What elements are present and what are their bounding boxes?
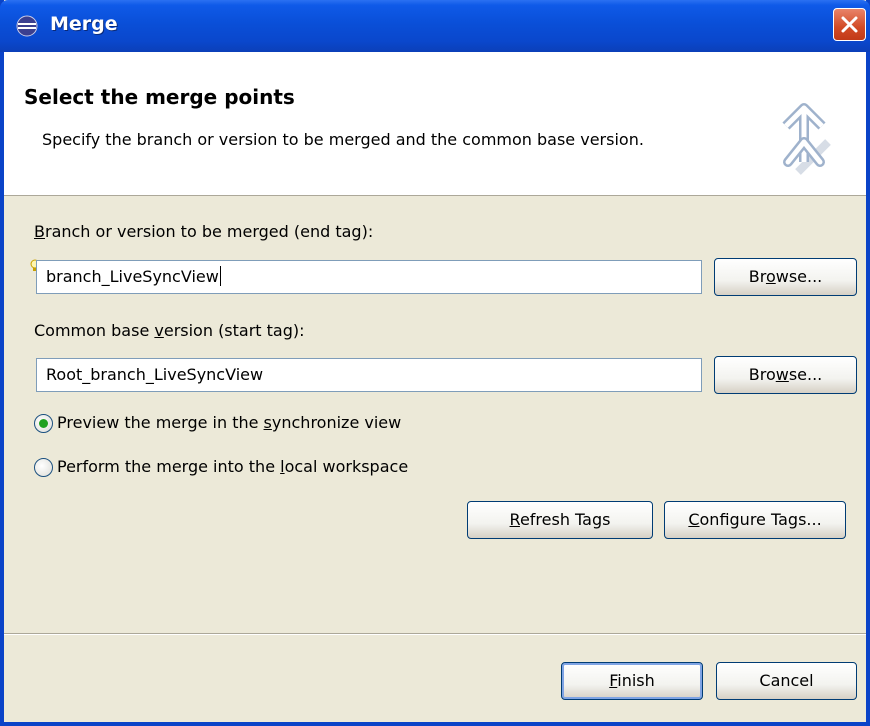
text-caret	[219, 266, 221, 286]
radio-button[interactable]	[34, 458, 53, 477]
title-bar[interactable]: Merge	[0, 0, 870, 52]
page-title: Select the merge points	[24, 85, 295, 109]
finish-button[interactable]: Finish	[561, 662, 703, 700]
start-tag-input[interactable]: Root_branch_LiveSyncView	[36, 358, 702, 392]
merge-dialog: Merge Select the merge points Specify th…	[0, 0, 870, 726]
wizard-header: Select the merge points Specify the bran…	[4, 52, 866, 196]
page-description: Specify the branch or version to be merg…	[42, 130, 644, 149]
refresh-tags-button[interactable]: Refresh Tags	[467, 501, 653, 539]
browse-end-tag-button[interactable]: Browse...	[714, 258, 857, 296]
configure-tags-button[interactable]: Configure Tags...	[664, 501, 846, 539]
end-tag-input[interactable]: branch_LiveSyncView	[36, 260, 702, 294]
close-button[interactable]	[833, 8, 866, 41]
preview-merge-label: Preview the merge in the synchronize vie…	[57, 413, 402, 432]
close-icon	[841, 16, 858, 33]
end-tag-label: Branch or version to be merged (end tag)…	[34, 222, 374, 241]
start-tag-label: Common base version (start tag):	[34, 321, 305, 340]
footer-separator	[4, 633, 866, 635]
radio-dot	[39, 419, 48, 428]
browse-start-tag-button[interactable]: Browse...	[714, 356, 857, 394]
merge-wizard-icon	[782, 103, 831, 175]
window-title: Merge	[50, 13, 118, 35]
eclipse-icon	[16, 15, 38, 37]
radio-button-selected[interactable]	[34, 414, 53, 433]
cancel-button[interactable]: Cancel	[716, 662, 857, 700]
perform-merge-label: Perform the merge into the local workspa…	[57, 457, 409, 476]
